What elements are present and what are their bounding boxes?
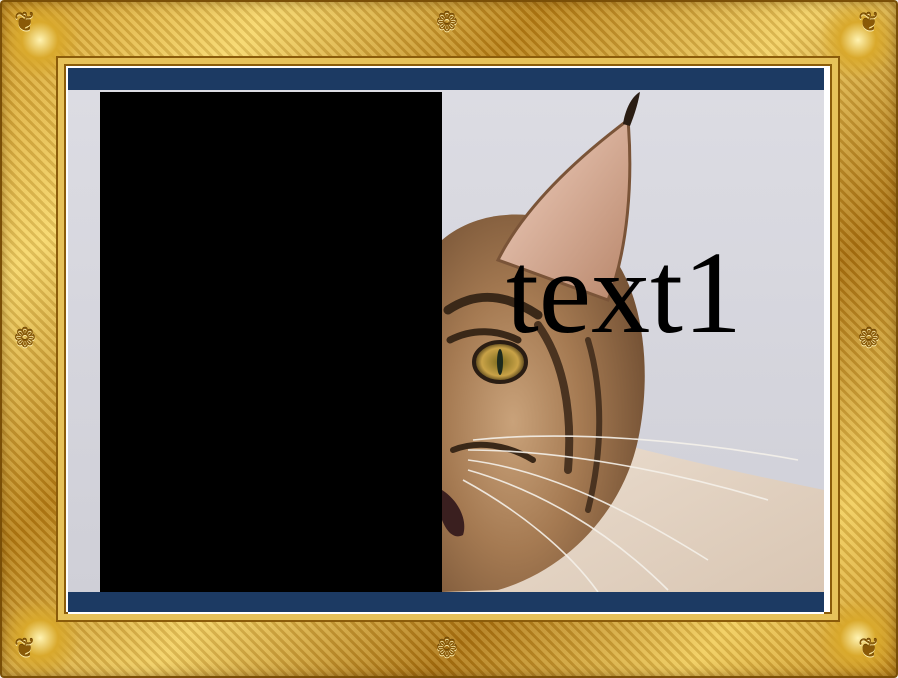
slide-text: text1: [506, 227, 742, 358]
frame-ornament-top-left-icon: ❦: [14, 8, 36, 38]
slide-bottom-bar: [68, 592, 824, 612]
frame-ornament-bottom-center-icon: ❁: [436, 634, 458, 664]
frame-ornament-top-center-icon: ❁: [436, 8, 458, 38]
frame-ornament-bottom-right-icon: ❦: [858, 634, 880, 664]
canvas: ❦ ❦ ❦ ❦ ❁ ❁ ❁ ❁ text1: [0, 0, 898, 678]
black-panel: [100, 92, 442, 594]
frame-ornament-right-center-icon: ❁: [858, 324, 880, 354]
ear-tuft-icon: [623, 92, 640, 126]
frame-ornament-left-center-icon: ❁: [14, 324, 36, 354]
slide-top-bar: [68, 68, 824, 90]
frame-ornament-top-right-icon: ❦: [858, 8, 880, 38]
slide: text1: [68, 68, 824, 614]
frame-ornament-bottom-left-icon: ❦: [14, 634, 36, 664]
